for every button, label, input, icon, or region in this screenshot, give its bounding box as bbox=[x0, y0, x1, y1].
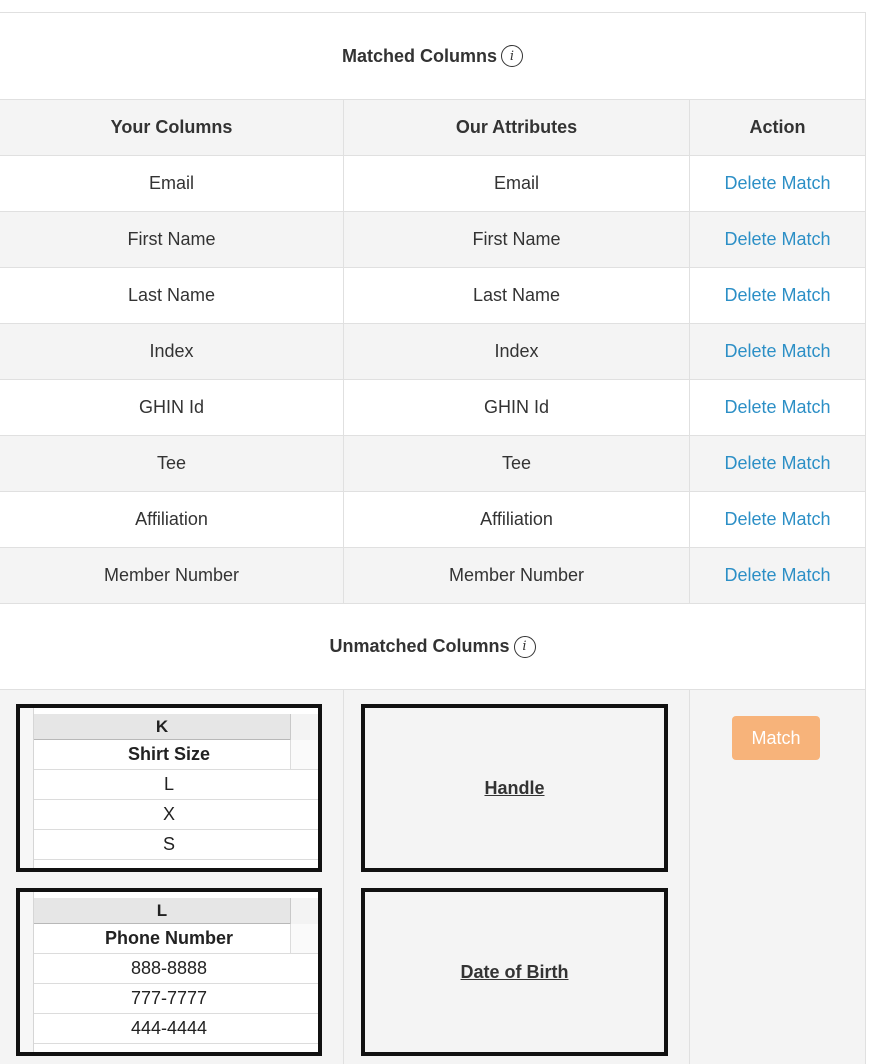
delete-match-link[interactable]: Delete Match bbox=[724, 565, 830, 586]
sheet-header-row: Phone Number bbox=[34, 924, 318, 954]
sheet-value: 777-7777 bbox=[130, 988, 208, 1008]
our-attribute-cell: Affiliation bbox=[343, 492, 689, 547]
column-divider bbox=[290, 714, 318, 740]
target-attribute-handle[interactable]: Handle bbox=[361, 704, 668, 872]
your-column-cell: Index bbox=[149, 341, 194, 361]
our-attribute-cell: Email bbox=[343, 156, 689, 211]
table-row: First Name First Name Delete Match bbox=[0, 211, 865, 267]
source-column-card-shirt-size[interactable]: K Shirt Size L X S bbox=[16, 704, 322, 872]
delete-match-link[interactable]: Delete Match bbox=[724, 341, 830, 362]
table-row: Affiliation Affiliation Delete Match bbox=[0, 491, 865, 547]
sheet-value-row: 444-4444 bbox=[34, 1014, 318, 1044]
table-row: Index Index Delete Match bbox=[0, 323, 865, 379]
our-attribute-cell: Tee bbox=[343, 436, 689, 491]
info-icon[interactable]: i bbox=[513, 635, 536, 658]
your-column-cell: Tee bbox=[156, 453, 187, 473]
delete-match-link[interactable]: Delete Match bbox=[724, 397, 830, 418]
sheet-header-row: Shirt Size bbox=[34, 740, 318, 770]
unmatched-columns-title: Unmatched Columns i bbox=[0, 603, 865, 689]
matched-columns-title: Matched Columns i bbox=[0, 13, 865, 99]
row-gutter bbox=[20, 892, 34, 1052]
our-attribute-cell: Index bbox=[343, 324, 689, 379]
table-row: Tee Tee Delete Match bbox=[0, 435, 865, 491]
match-button[interactable]: Match bbox=[732, 716, 820, 760]
table-row: Email Email Delete Match bbox=[0, 155, 865, 211]
your-column-cell: Email bbox=[148, 173, 194, 193]
column-letter: K bbox=[34, 714, 290, 740]
your-column-cell: GHIN Id bbox=[138, 397, 204, 417]
our-attribute-cell: Member Number bbox=[343, 548, 689, 603]
your-column-cell: Last Name bbox=[127, 285, 216, 305]
header-action: Action bbox=[689, 100, 865, 155]
sheet-column-header: Phone Number bbox=[104, 928, 233, 948]
sheet-value: L bbox=[163, 774, 174, 794]
column-divider bbox=[290, 898, 318, 924]
delete-match-link[interactable]: Delete Match bbox=[724, 173, 830, 194]
matched-table-header: Your Columns Our Attributes Action bbox=[0, 99, 865, 155]
sheet-value: 444-4444 bbox=[130, 1018, 208, 1038]
table-row: GHIN Id GHIN Id Delete Match bbox=[0, 379, 865, 435]
sheet-value-row: 888-8888 bbox=[34, 954, 318, 984]
sheet-value-row: L bbox=[34, 770, 318, 800]
column-divider bbox=[343, 690, 344, 1064]
header-our-attributes: Our Attributes bbox=[343, 100, 689, 155]
your-column-cell: Member Number bbox=[103, 565, 240, 585]
sheet-value: S bbox=[162, 834, 175, 854]
row-gutter bbox=[20, 708, 34, 868]
delete-match-link[interactable]: Delete Match bbox=[724, 285, 830, 306]
delete-match-link[interactable]: Delete Match bbox=[724, 509, 830, 530]
column-mapping-panel: Matched Columns i Your Columns Our Attri… bbox=[0, 12, 866, 1064]
sheet-column-header: Shirt Size bbox=[127, 744, 211, 764]
header-your-columns: Your Columns bbox=[110, 117, 233, 137]
your-column-cell: First Name bbox=[127, 229, 216, 249]
our-attribute-cell: Last Name bbox=[343, 268, 689, 323]
delete-match-link[interactable]: Delete Match bbox=[724, 453, 830, 474]
target-attribute-date-of-birth[interactable]: Date of Birth bbox=[361, 888, 668, 1056]
matched-columns-title-text: Matched Columns bbox=[341, 45, 497, 66]
unmatched-area: K Shirt Size L X S L Phone Number 888-88… bbox=[0, 689, 865, 1064]
table-row: Last Name Last Name Delete Match bbox=[0, 267, 865, 323]
table-row: Member Number Member Number Delete Match bbox=[0, 547, 865, 603]
info-icon[interactable]: i bbox=[501, 45, 523, 67]
sheet-value-row: X bbox=[34, 800, 318, 830]
source-column-card-phone-number[interactable]: L Phone Number 888-8888 777-7777 444-444… bbox=[16, 888, 322, 1056]
column-letter: L bbox=[34, 898, 290, 924]
our-attribute-cell: First Name bbox=[343, 212, 689, 267]
unmatched-columns-title-text: Unmatched Columns bbox=[329, 636, 510, 656]
sheet-value: X bbox=[162, 804, 175, 824]
delete-match-link[interactable]: Delete Match bbox=[724, 229, 830, 250]
our-attribute-cell: GHIN Id bbox=[343, 380, 689, 435]
sheet-value: 888-8888 bbox=[130, 958, 208, 978]
column-divider bbox=[689, 690, 690, 1064]
sheet-value-row: S bbox=[34, 830, 318, 860]
sheet-value-row: 777-7777 bbox=[34, 984, 318, 1014]
your-column-cell: Affiliation bbox=[135, 509, 208, 529]
